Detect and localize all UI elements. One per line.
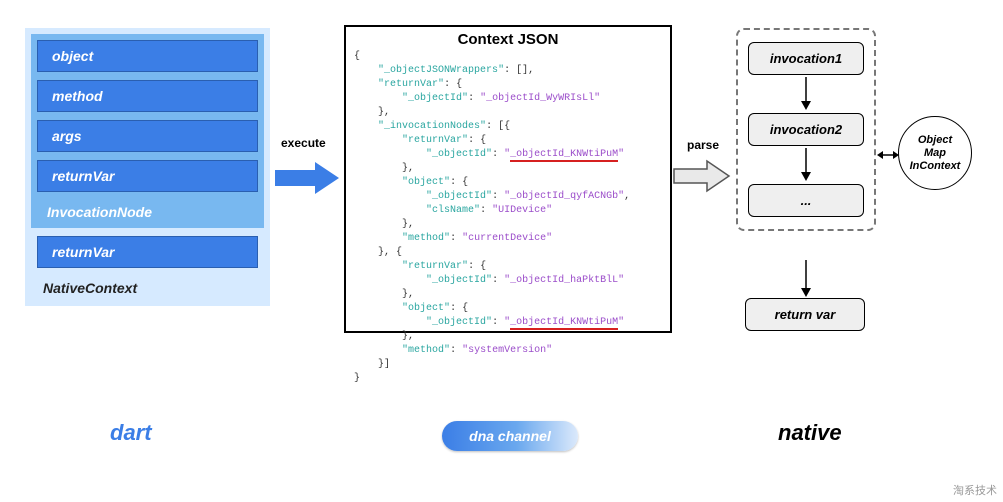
context-json-title: Context JSON bbox=[354, 31, 662, 48]
footer-dna-channel: dna channel bbox=[442, 421, 578, 451]
native-node-1: invocation1 bbox=[748, 42, 864, 75]
context-json-code: { "_objectJSONWrappers": [], "returnVar"… bbox=[354, 50, 662, 386]
native-sequence: invocation1 invocation2 ... bbox=[736, 28, 876, 231]
dart-invocation-label: InvocationNode bbox=[37, 200, 258, 226]
watermark: 淘系技术 bbox=[953, 482, 997, 498]
arrow-down-icon bbox=[748, 146, 864, 184]
object-map-in-context: Object Map InContext bbox=[898, 116, 972, 190]
arrow-right-outline-icon bbox=[673, 158, 731, 194]
dart-native-context: object method args returnVar InvocationN… bbox=[25, 28, 270, 306]
native-node-2: invocation2 bbox=[748, 113, 864, 146]
dart-invocation-node: object method args returnVar InvocationN… bbox=[31, 34, 264, 228]
footer-dart-label: dart bbox=[110, 420, 152, 446]
dart-item-object: object bbox=[37, 40, 258, 72]
native-node-more: ... bbox=[748, 184, 864, 217]
arrow-right-icon bbox=[275, 158, 341, 198]
footer-native-label: native bbox=[778, 420, 842, 446]
arrow-bidirectional-icon bbox=[877, 148, 899, 162]
arrow-down-icon bbox=[799, 260, 813, 298]
arrow-down-icon bbox=[748, 75, 864, 113]
dart-item-returnvar: returnVar bbox=[37, 160, 258, 192]
arrow-execute-label: execute bbox=[281, 136, 326, 150]
dart-item-method: method bbox=[37, 80, 258, 112]
arrow-execute: execute bbox=[275, 158, 341, 198]
dart-context-label: NativeContext bbox=[31, 274, 264, 302]
arrow-parse: parse bbox=[673, 158, 731, 194]
dart-outer-returnvar: returnVar bbox=[37, 236, 258, 268]
dart-item-args: args bbox=[37, 120, 258, 152]
context-json-panel: Context JSON { "_objectJSONWrappers": []… bbox=[344, 25, 672, 333]
native-return-var: return var bbox=[745, 298, 865, 331]
arrow-parse-label: parse bbox=[687, 138, 719, 152]
